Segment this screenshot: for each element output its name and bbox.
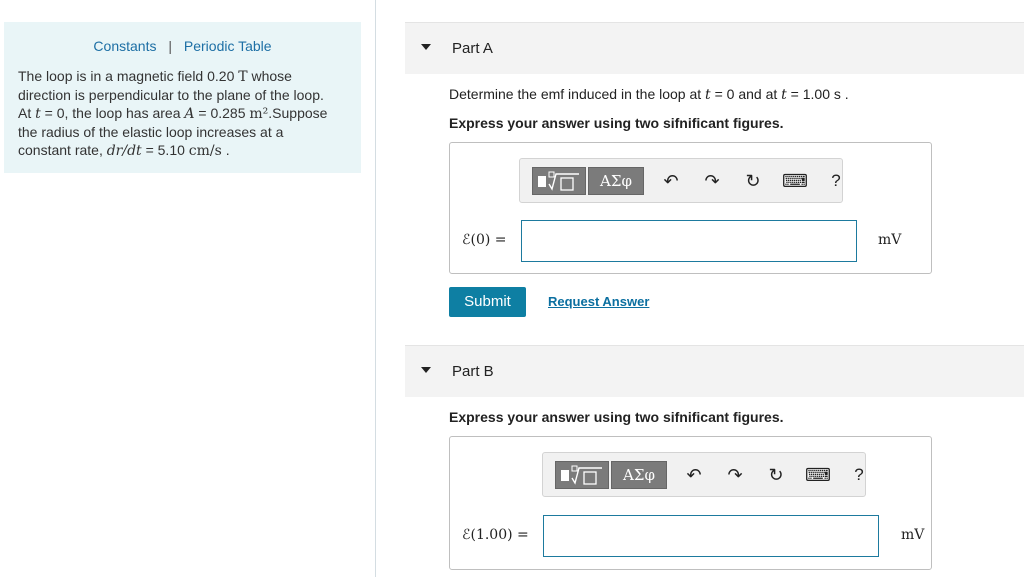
question-text-segment: Determine the emf induced in the loop at bbox=[449, 86, 706, 102]
emf-0-label: ℰ(0) = bbox=[462, 232, 507, 248]
reset-icon[interactable]: ↻ bbox=[742, 170, 764, 192]
undo-icon[interactable]: ↶ bbox=[660, 170, 682, 192]
question-text-segment: = 0 and at bbox=[710, 86, 782, 102]
problem-text-segment: constant rate, bbox=[18, 142, 107, 158]
templates-icon bbox=[561, 465, 602, 485]
math-toolbar: ΑΣφ ↶ ↷ ↻ ⌨ ? bbox=[542, 452, 866, 497]
problem-text-segment: .Suppose bbox=[268, 105, 328, 121]
constants-link[interactable]: Constants bbox=[93, 38, 156, 54]
templates-button[interactable] bbox=[532, 167, 586, 195]
tesla-unit: T bbox=[238, 69, 248, 85]
panel-links: Constants | Periodic Table bbox=[4, 38, 361, 54]
problem-text-segment: . bbox=[221, 142, 230, 158]
question-text-segment: = 1.00 s . bbox=[786, 86, 849, 102]
submit-button[interactable]: Submit bbox=[449, 287, 526, 317]
column-divider bbox=[375, 0, 376, 577]
part-a-header[interactable]: Part A bbox=[405, 22, 1024, 74]
part-b-title: Part B bbox=[452, 363, 494, 380]
rate-expression: dr/dt bbox=[106, 143, 142, 159]
problem-text-segment: = 0, the loop has area bbox=[40, 105, 185, 121]
greek-symbols-button[interactable]: ΑΣφ bbox=[611, 461, 667, 489]
keyboard-icon[interactable]: ⌨ bbox=[805, 464, 831, 486]
redo-icon[interactable]: ↷ bbox=[724, 464, 746, 486]
area-variable: A bbox=[184, 106, 195, 122]
emf-0-input[interactable] bbox=[521, 220, 857, 262]
part-a-question: Determine the emf induced in the loop at… bbox=[449, 86, 849, 103]
problem-statement: The loop is in a magnetic field 0.20 T w… bbox=[18, 67, 353, 160]
problem-line-1: The loop is in a magnetic field 0.20 T w… bbox=[18, 67, 353, 86]
problem-line-2: direction is perpendicular to the plane … bbox=[18, 87, 324, 103]
templates-button[interactable] bbox=[555, 461, 609, 489]
emf-1-label: ℰ(1.00) = bbox=[462, 527, 529, 543]
rate-unit: cm/s bbox=[188, 143, 222, 159]
problem-text-segment: whose bbox=[247, 68, 292, 84]
link-separator: | bbox=[168, 38, 172, 54]
redo-icon[interactable]: ↷ bbox=[701, 170, 723, 192]
problem-panel: Constants | Periodic Table The loop is i… bbox=[4, 22, 361, 173]
greek-symbols-button[interactable]: ΑΣφ bbox=[588, 167, 644, 195]
help-icon[interactable]: ? bbox=[848, 464, 870, 486]
emf-1-input[interactable] bbox=[543, 515, 879, 557]
problem-text-segment: = 5.10 bbox=[141, 142, 189, 158]
problem-line-3: At t = 0, the loop has area A = 0.285 m²… bbox=[18, 104, 353, 123]
problem-text-segment: The loop is in a magnetic field 0.20 bbox=[18, 68, 239, 84]
area-unit: m² bbox=[249, 106, 269, 122]
collapse-triangle-icon[interactable] bbox=[421, 367, 431, 373]
problem-line-5: constant rate, dr/dt = 5.10 cm/s . bbox=[18, 141, 353, 160]
part-a-instruction: Express your answer using two sifnifican… bbox=[449, 115, 784, 131]
unit-label: mV bbox=[878, 232, 902, 248]
request-answer-link[interactable]: Request Answer bbox=[548, 294, 649, 309]
part-b-header[interactable]: Part B bbox=[405, 345, 1024, 397]
part-a-title: Part A bbox=[452, 40, 493, 57]
part-a-answer-box: ΑΣφ ↶ ↷ ↻ ⌨ ? ℰ(0) = mV bbox=[449, 142, 932, 274]
part-b-answer-box: ΑΣφ ↶ ↷ ↻ ⌨ ? ℰ(1.00) = mV bbox=[449, 436, 932, 570]
keyboard-icon[interactable]: ⌨ bbox=[782, 170, 808, 192]
problem-text-segment: At bbox=[18, 105, 36, 121]
templates-icon bbox=[538, 171, 579, 191]
problem-text-segment: = 0.285 bbox=[194, 105, 250, 121]
help-icon[interactable]: ? bbox=[825, 170, 847, 192]
part-b-instruction: Express your answer using two sifnifican… bbox=[449, 409, 784, 425]
undo-icon[interactable]: ↶ bbox=[683, 464, 705, 486]
reset-icon[interactable]: ↻ bbox=[765, 464, 787, 486]
math-toolbar: ΑΣφ ↶ ↷ ↻ ⌨ ? bbox=[519, 158, 843, 203]
problem-line-4: the radius of the elastic loop increases… bbox=[18, 124, 284, 140]
periodic-table-link[interactable]: Periodic Table bbox=[184, 38, 272, 54]
collapse-triangle-icon[interactable] bbox=[421, 44, 431, 50]
unit-label: mV bbox=[901, 527, 925, 543]
